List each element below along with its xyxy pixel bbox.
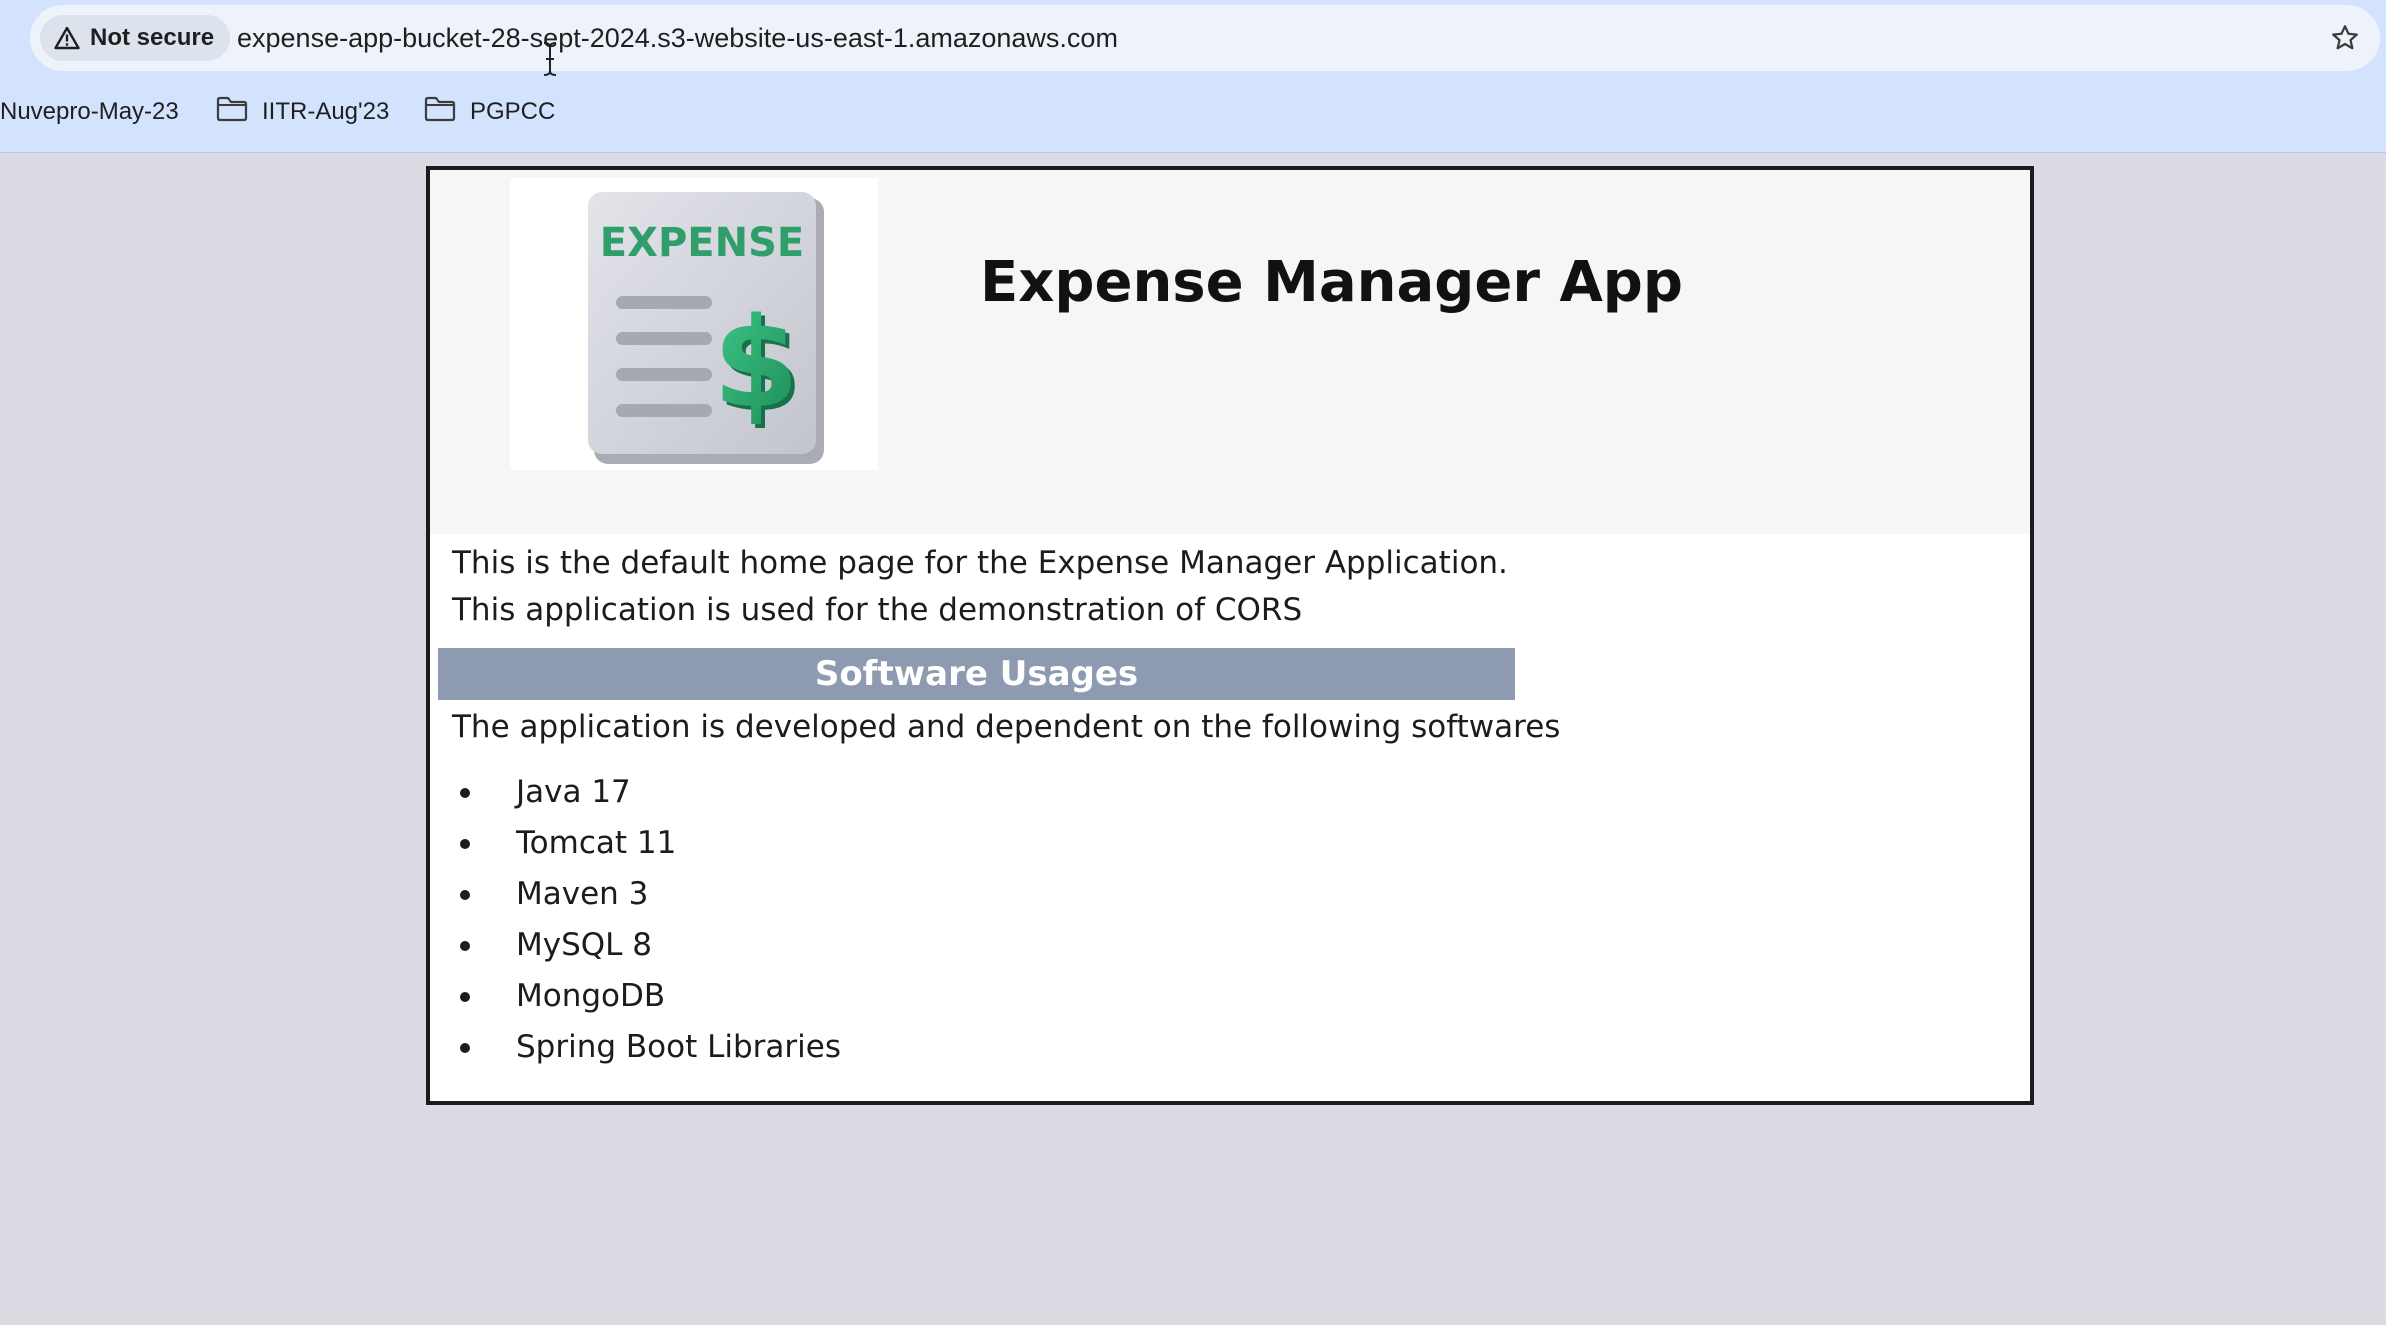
software-list: Java 17 Tomcat 11 Maven 3 MySQL 8 MongoD…	[452, 767, 841, 1073]
list-item: Java 17	[452, 767, 841, 818]
bookmark-nuvepro[interactable]: Nuvepro-May-23	[0, 88, 179, 136]
bookmark-label: IITR-Aug'23	[262, 98, 390, 125]
intro-text: This is the default home page for the Ex…	[452, 540, 1508, 634]
text-cursor-icon	[542, 41, 558, 81]
page-title: Expense Manager App	[980, 250, 1683, 315]
software-item-label: Java 17	[516, 774, 631, 810]
bullet-icon	[460, 839, 470, 849]
svg-text:$: $	[713, 292, 799, 436]
warning-icon	[54, 26, 80, 50]
bullet-icon	[460, 788, 470, 798]
bookmarks-bar: Nuvepro-May-23 IITR-Aug'23 PGPCC	[0, 88, 2386, 136]
list-item: Maven 3	[452, 869, 841, 920]
software-item-label: MySQL 8	[516, 927, 653, 963]
address-bar[interactable]: Not secure expense-app-bucket-28-sept-20…	[30, 5, 2380, 76]
page-container: EXPENSE $ $ Expense Manager App This is …	[426, 166, 2034, 1105]
software-item-label: Spring Boot Libraries	[516, 1029, 841, 1065]
bullet-icon	[460, 1043, 470, 1053]
bullet-icon	[460, 890, 470, 900]
intro-line: This is the default home page for the Ex…	[452, 545, 1508, 581]
bookmark-label: Nuvepro-May-23	[0, 98, 179, 125]
list-item: Spring Boot Libraries	[452, 1022, 841, 1073]
folder-icon	[424, 96, 456, 129]
browser-chrome: Not secure expense-app-bucket-28-sept-20…	[0, 0, 2386, 153]
list-item: MongoDB	[452, 971, 841, 1022]
list-item: Tomcat 11	[452, 818, 841, 869]
security-indicator[interactable]: Not secure	[40, 15, 231, 61]
software-item-label: Tomcat 11	[516, 825, 677, 861]
bookmark-label: PGPCC	[470, 98, 556, 125]
security-label: Not secure	[90, 24, 215, 51]
page-header: EXPENSE $ $ Expense Manager App	[430, 170, 2030, 534]
bookmark-folder-pgpcc[interactable]: PGPCC	[424, 88, 555, 136]
expense-logo: EXPENSE $ $	[510, 178, 878, 470]
bullet-icon	[460, 941, 470, 951]
section-description: The application is developed and depende…	[452, 709, 1561, 745]
list-item: MySQL 8	[452, 920, 841, 971]
section-heading: Software Usages	[438, 648, 1515, 700]
logo-text: EXPENSE	[600, 220, 804, 266]
bullet-icon	[460, 992, 470, 1002]
intro-line: This application is used for the demonst…	[452, 592, 1303, 628]
software-item-label: Maven 3	[516, 876, 649, 912]
bookmark-folder-iitr[interactable]: IITR-Aug'23	[216, 88, 389, 136]
folder-icon	[216, 96, 248, 129]
bookmark-star-icon[interactable]	[2326, 19, 2364, 57]
url-text[interactable]: expense-app-bucket-28-sept-2024.s3-websi…	[237, 5, 1118, 71]
software-item-label: MongoDB	[516, 978, 666, 1014]
